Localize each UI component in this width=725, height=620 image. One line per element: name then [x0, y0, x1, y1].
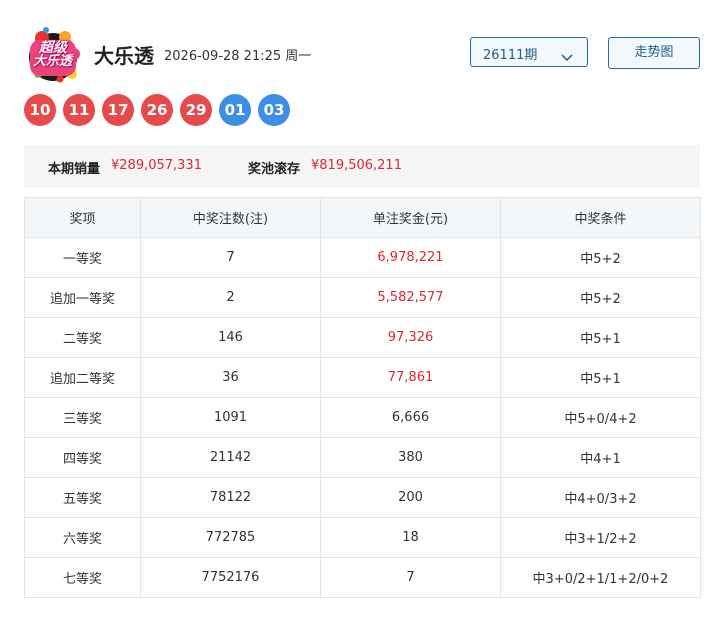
- winner-count: 772785: [140, 517, 321, 558]
- period-select-value: 26111期: [483, 48, 538, 63]
- sales-summary: 本期销量 ¥289,057,331 奖池滚存 ¥819,506,211: [24, 145, 700, 188]
- lottery-logo: 超级 大乐透: [24, 24, 86, 86]
- period-select[interactable]: 26111期: [470, 37, 588, 67]
- prize-condition: 中5+1: [500, 317, 701, 358]
- prize-amount: 6,666: [320, 397, 501, 438]
- table-row: 二等奖 146 97,326 中5+1: [24, 317, 701, 358]
- prize-name: 四等奖: [24, 437, 141, 478]
- table-row: 三等奖 1091 6,666 中5+0/4+2: [24, 397, 701, 438]
- winner-count: 36: [140, 357, 321, 398]
- prize-condition: 中5+0/4+2: [500, 397, 701, 438]
- winner-count: 78122: [140, 477, 321, 518]
- table-header-row: 奖项 中奖注数(注) 单注奖金(元) 中奖条件: [24, 197, 701, 238]
- prize-name: 三等奖: [24, 397, 141, 438]
- table-row: 追加二等奖 36 77,861 中5+1: [24, 357, 701, 398]
- prize-name: 七等奖: [24, 557, 141, 598]
- table-row: 追加一等奖 2 5,582,577 中5+2: [24, 277, 701, 318]
- front-ball: 10: [24, 94, 56, 126]
- prize-condition: 中5+2: [500, 237, 701, 278]
- draw-datetime: 2026-09-28 21:25 周一: [164, 49, 312, 64]
- table-row: 四等奖 21142 380 中4+1: [24, 437, 701, 478]
- prize-name: 六等奖: [24, 517, 141, 558]
- table-row: 七等奖 7752176 7 中3+0/2+1/1+2/0+2: [24, 557, 701, 598]
- winner-count: 7: [140, 237, 321, 278]
- prize-name: 追加二等奖: [24, 357, 141, 398]
- prize-name: 一等奖: [24, 237, 141, 278]
- column-header-condition: 中奖条件: [500, 197, 701, 238]
- table-row: 六等奖 772785 18 中3+1/2+2: [24, 517, 701, 558]
- prize-amount: 97,326: [320, 317, 501, 358]
- chevron-down-icon: [561, 47, 573, 66]
- prize-amount: 77,861: [320, 357, 501, 398]
- prize-condition: 中5+2: [500, 277, 701, 318]
- pool-label: 奖池滚存: [248, 162, 301, 177]
- column-header-prize: 奖项: [24, 197, 141, 238]
- prize-amount: 380: [320, 437, 501, 478]
- prize-amount: 200: [320, 477, 501, 518]
- front-ball: 26: [141, 94, 173, 126]
- winner-count: 7752176: [140, 557, 321, 598]
- prize-amount: 5,582,577: [320, 277, 501, 318]
- sales-value: ¥289,057,331: [111, 158, 202, 173]
- prize-amount: 18: [320, 517, 501, 558]
- page-title: 大乐透: [94, 44, 154, 68]
- front-ball: 11: [63, 94, 95, 126]
- prize-table: 奖项 中奖注数(注) 单注奖金(元) 中奖条件 一等奖 7 6,978,221 …: [24, 197, 701, 598]
- prize-amount: 6,978,221: [320, 237, 501, 278]
- column-header-amount: 单注奖金(元): [320, 197, 501, 238]
- sales-label: 本期销量: [48, 162, 101, 177]
- table-row: 一等奖 7 6,978,221 中5+2: [24, 237, 701, 278]
- front-ball: 17: [102, 94, 134, 126]
- prize-condition: 中4+0/3+2: [500, 477, 701, 518]
- prize-condition: 中4+1: [500, 437, 701, 478]
- table-row: 五等奖 78122 200 中4+0/3+2: [24, 477, 701, 518]
- winner-count: 21142: [140, 437, 321, 478]
- winner-count: 2: [140, 277, 321, 318]
- back-ball: 03: [258, 94, 290, 126]
- winner-count: 146: [140, 317, 321, 358]
- back-ball: 01: [219, 94, 251, 126]
- pool-value: ¥819,506,211: [311, 158, 402, 173]
- prize-name: 五等奖: [24, 477, 141, 518]
- prize-name: 二等奖: [24, 317, 141, 358]
- prize-condition: 中5+1: [500, 357, 701, 398]
- prize-name: 追加一等奖: [24, 277, 141, 318]
- trend-chart-button[interactable]: 走势图: [608, 37, 700, 69]
- column-header-count: 中奖注数(注): [140, 197, 321, 238]
- winner-count: 1091: [140, 397, 321, 438]
- prize-amount: 7: [320, 557, 501, 598]
- prize-condition: 中3+0/2+1/1+2/0+2: [500, 557, 701, 598]
- prize-condition: 中3+1/2+2: [500, 517, 701, 558]
- header: 超级 大乐透 大乐透 2026-09-28 21:25 周一 26111期 走势…: [24, 20, 704, 90]
- front-ball: 29: [180, 94, 212, 126]
